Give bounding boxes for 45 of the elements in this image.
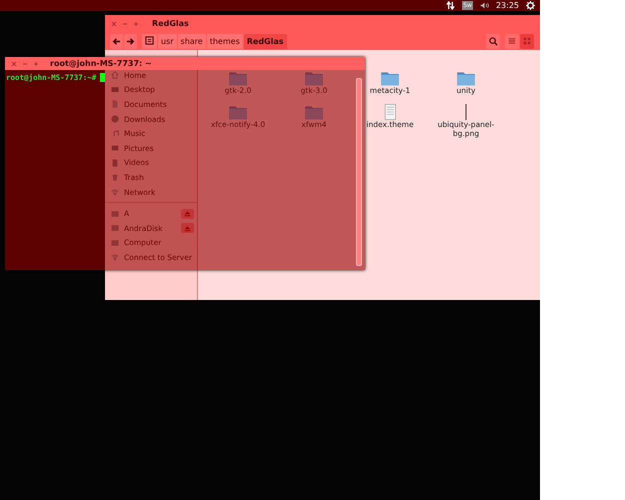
right-arrow-icon	[126, 36, 135, 46]
close-icon[interactable]	[11, 60, 17, 66]
eject-button[interactable]	[181, 223, 194, 234]
scrollbar[interactable]	[356, 78, 362, 266]
folder-icon[interactable]	[228, 70, 248, 86]
path-segment[interactable]: RedGlas	[244, 34, 287, 48]
eject-button[interactable]	[181, 208, 194, 219]
folder-icon[interactable]	[380, 70, 400, 86]
grid-icon	[523, 37, 531, 45]
minimize-icon[interactable]	[22, 60, 28, 66]
search-button[interactable]	[486, 34, 500, 48]
list-icon	[508, 37, 516, 45]
network-icon	[111, 188, 119, 196]
minimize-icon[interactable]	[122, 20, 128, 26]
volume-icon[interactable]	[480, 1, 489, 10]
search-icon	[488, 36, 498, 46]
grid-view-button[interactable]	[520, 34, 534, 48]
text-cursor	[100, 73, 106, 82]
path-segment[interactable]: share	[178, 34, 206, 48]
maximize-icon[interactable]	[133, 20, 139, 26]
folder-icon[interactable]	[456, 70, 476, 86]
path-segment[interactable]: usr	[158, 34, 177, 48]
folder-icon[interactable]	[228, 104, 248, 120]
path-segment[interactable]: themes	[206, 34, 243, 48]
folder-icon[interactable]	[304, 70, 324, 86]
back-button[interactable]	[110, 34, 123, 48]
window-title: RedGlas	[152, 19, 189, 28]
network-icon	[111, 253, 119, 262]
list-view-button[interactable]	[505, 34, 519, 48]
eject-icon	[184, 210, 191, 218]
window-title: root@john-MS-7737: ~	[50, 59, 152, 68]
drive-icon	[145, 36, 154, 44]
settings-icon[interactable]	[526, 1, 535, 10]
home-icon	[111, 71, 119, 80]
close-icon[interactable]	[111, 20, 117, 26]
eject-icon	[184, 224, 191, 232]
forward-button[interactable]	[124, 34, 137, 48]
network-arrows-icon[interactable]	[446, 1, 456, 10]
clock[interactable]: 23:25	[496, 1, 519, 10]
maximize-icon[interactable]	[33, 60, 39, 66]
documents-icon	[111, 100, 119, 108]
folder-icon[interactable]	[304, 104, 324, 120]
root-drive-button[interactable]	[142, 34, 157, 48]
trash-icon	[111, 173, 119, 182]
left-arrow-icon	[112, 36, 121, 46]
